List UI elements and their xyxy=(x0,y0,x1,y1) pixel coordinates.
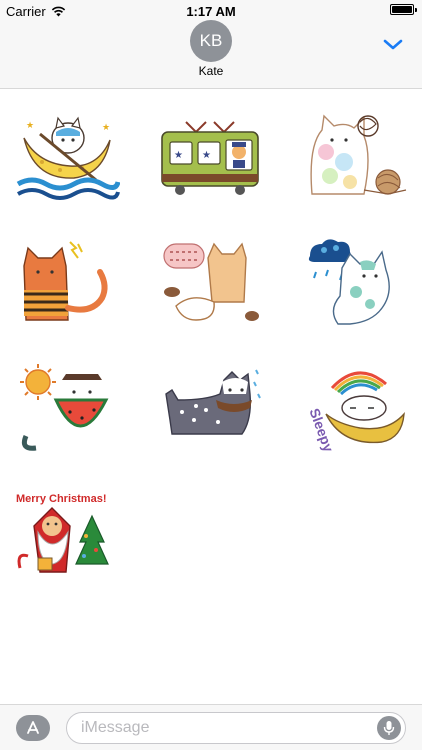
cat-rowing-moon-boat-sticker[interactable]: ★ ★ xyxy=(12,110,120,204)
battery-icon xyxy=(390,4,417,15)
svg-text:★: ★ xyxy=(174,150,183,161)
contact-avatar[interactable]: KB xyxy=(190,20,232,62)
contact-name[interactable]: Kate xyxy=(0,64,422,78)
compose-bar xyxy=(0,704,422,750)
microphone-icon xyxy=(383,721,395,735)
cat-train-conductor-sticker[interactable]: ★ ★ xyxy=(156,110,264,204)
cat-yarn-ball-sticker[interactable] xyxy=(302,106,410,200)
status-bar: Carrier 1:17 AM xyxy=(0,0,422,22)
sticker-grid: ★ ★ ★ ★ Sleepy Merry Christmas! xyxy=(0,90,422,700)
sleepy-text: Sleepy xyxy=(306,406,337,452)
cat-polka-dot-scarf-sticker[interactable] xyxy=(156,360,264,454)
status-time: 1:17 AM xyxy=(186,4,236,19)
cat-sleepy-moon-rainbow-sticker[interactable]: Sleepy xyxy=(302,358,410,452)
app-store-icon xyxy=(27,721,39,734)
message-input[interactable] xyxy=(81,713,371,743)
cat-merry-christmas-santa-sticker[interactable]: Merry Christmas! xyxy=(12,486,120,580)
svg-text:★: ★ xyxy=(202,150,211,161)
chevron-down-icon[interactable] xyxy=(382,36,404,52)
avatar-initials: KB xyxy=(199,31,223,50)
cat-watermelon-sun-sticker[interactable] xyxy=(12,360,120,454)
cat-tiger-striped-sticker[interactable] xyxy=(12,236,120,330)
svg-text:★: ★ xyxy=(102,122,110,132)
svg-text:★: ★ xyxy=(26,120,34,130)
cat-speech-bubble-sticker[interactable] xyxy=(156,236,264,330)
cat-rain-cloud-sticker[interactable] xyxy=(302,236,410,330)
app-store-button[interactable] xyxy=(16,715,50,741)
merry-christmas-text: Merry Christmas! xyxy=(16,493,106,505)
message-field xyxy=(66,712,406,744)
microphone-button[interactable] xyxy=(377,716,401,740)
